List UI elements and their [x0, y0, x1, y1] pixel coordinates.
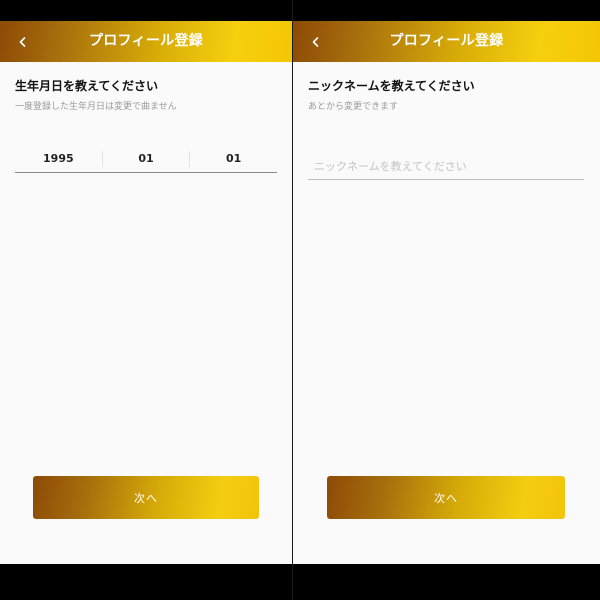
form-content: ニックネームを教えてください あとから変更できます 次へ: [293, 62, 600, 564]
status-bar-area: [293, 0, 600, 21]
birthdate-screen: プロフィール登録 生年月日を教えてください 一度登録した生年月日は変更で曲ません…: [0, 0, 292, 600]
nickname-input[interactable]: [308, 154, 584, 180]
status-bar-area: [0, 0, 292, 21]
next-button[interactable]: 次へ: [33, 476, 259, 519]
side-by-side-screens: プロフィール登録 生年月日を教えてください 一度登録した生年月日は変更で曲ません…: [0, 0, 600, 600]
year-select[interactable]: 1995: [15, 145, 102, 172]
app-header: プロフィール登録: [293, 21, 600, 62]
nav-bar-area: [0, 564, 292, 600]
back-button[interactable]: [8, 21, 36, 62]
section-subtitle: あとから変更できます: [308, 102, 399, 112]
form-content: 生年月日を教えてください 一度登録した生年月日は変更で曲ません 1995 01 …: [0, 62, 292, 564]
section-subtitle: 一度登録した生年月日は変更で曲ません: [15, 102, 177, 112]
page-title: プロフィール登録: [389, 33, 504, 49]
day-select[interactable]: 01: [190, 145, 277, 172]
chevron-left-icon: [311, 36, 320, 48]
app-header: プロフィール登録: [0, 21, 292, 62]
section-title: 生年月日を教えてください: [15, 79, 159, 93]
section-title: ニックネームを教えてください: [308, 79, 475, 93]
page-title: プロフィール登録: [88, 33, 204, 49]
month-select[interactable]: 01: [103, 145, 190, 172]
nickname-screen: プロフィール登録 ニックネームを教えてください あとから変更できます 次へ: [293, 0, 600, 600]
chevron-left-icon: [18, 36, 27, 48]
back-button[interactable]: [301, 21, 329, 62]
birthdate-picker: 1995 01 01: [15, 145, 277, 173]
next-button[interactable]: 次へ: [327, 476, 565, 519]
nav-bar-area: [293, 564, 600, 600]
